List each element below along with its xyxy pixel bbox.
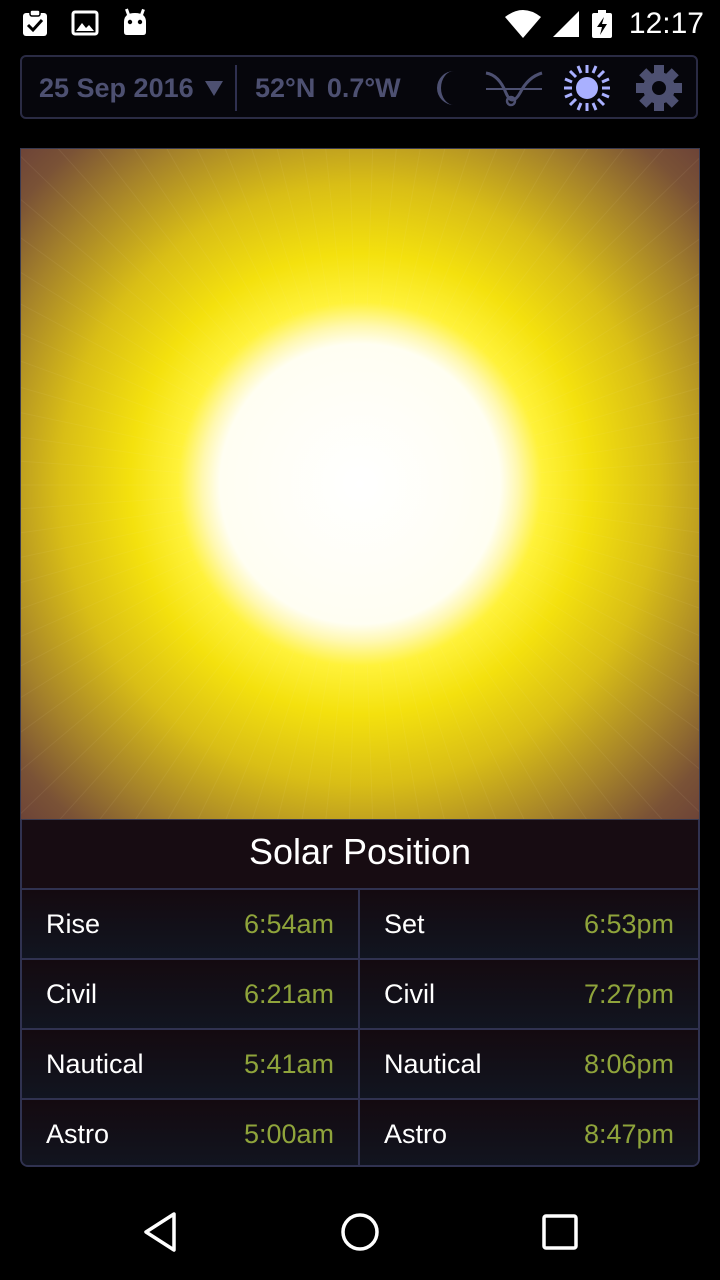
table-row: Astro 5:00am Astro 8:47pm — [22, 1100, 698, 1165]
row-label: Civil — [384, 979, 435, 1009]
back-icon[interactable] — [136, 1208, 184, 1256]
sun-icon[interactable] — [562, 63, 612, 113]
evening-cell: Astro 8:47pm — [360, 1100, 698, 1165]
home-icon[interactable] — [336, 1208, 384, 1256]
status-bar-system: 12:17 — [504, 0, 704, 48]
solar-position-table: Solar Position Rise 6:54am Set 6:53pm Civil 6… — [20, 820, 700, 1167]
row-time: 7:27pm — [583, 979, 674, 1009]
gear-icon[interactable] — [634, 63, 684, 113]
status-bar-time: 12:17 — [628, 7, 704, 40]
status-bar: 12:17 — [0, 0, 720, 48]
curve-chart-icon[interactable] — [484, 63, 544, 113]
sun-visual — [20, 148, 700, 820]
table-row: Civil 6:21am Civil 7:27pm — [22, 960, 698, 1030]
recents-icon[interactable] — [536, 1208, 584, 1256]
table-row: Rise 6:54am Set 6:53pm — [22, 890, 698, 960]
table-row: Nautical 5:41am Nautical 8:06pm — [22, 1030, 698, 1100]
row-time: 6:53pm — [583, 909, 674, 939]
toolbar-divider — [235, 65, 237, 111]
morning-cell: Astro 5:00am — [22, 1100, 360, 1165]
navigation-bar — [0, 1184, 720, 1280]
morning-cell: Civil 6:21am — [22, 960, 360, 1028]
evening-cell: Set 6:53pm — [360, 890, 698, 958]
row-time: 6:21am — [243, 979, 334, 1009]
evening-cell: Civil 7:27pm — [360, 960, 698, 1028]
latitude-label: 52°N — [255, 73, 316, 103]
toolbar: 25 Sep 2016 52°N 0.7°W — [20, 55, 698, 119]
row-time: 8:06pm — [583, 1049, 674, 1079]
row-label: Astro — [46, 1119, 110, 1149]
android-icon — [124, 8, 146, 35]
morning-cell: Nautical 5:41am — [22, 1030, 360, 1098]
row-label: Civil — [46, 979, 97, 1009]
longitude-label: 0.7°W — [326, 73, 401, 103]
row-time: 6:54am — [243, 909, 334, 939]
row-label: Set — [384, 909, 425, 939]
morning-cell: Rise 6:54am — [22, 890, 360, 958]
row-time: 8:47pm — [583, 1119, 674, 1149]
battery-charging-icon — [591, 10, 612, 38]
row-time: 5:41am — [243, 1049, 334, 1079]
row-label: Nautical — [384, 1049, 482, 1079]
location-button[interactable]: 52°N 0.7°W — [255, 57, 401, 119]
clipboard-check-icon — [23, 9, 47, 36]
date-label: 25 Sep 2016 — [39, 73, 194, 103]
row-label: Rise — [46, 909, 101, 939]
row-label: Astro — [384, 1119, 448, 1149]
status-bar-notifications — [20, 8, 150, 38]
row-time: 5:00am — [243, 1119, 334, 1149]
moon-icon[interactable] — [430, 63, 466, 113]
wifi-icon — [504, 10, 541, 38]
cell-signal-icon — [552, 11, 579, 37]
sun-rays — [21, 149, 699, 819]
row-label: Nautical — [46, 1049, 144, 1079]
evening-cell: Nautical 8:06pm — [360, 1030, 698, 1098]
solar-position-title: Solar Position — [22, 820, 698, 890]
dropdown-caret-icon — [205, 81, 223, 96]
image-icon — [71, 10, 99, 36]
